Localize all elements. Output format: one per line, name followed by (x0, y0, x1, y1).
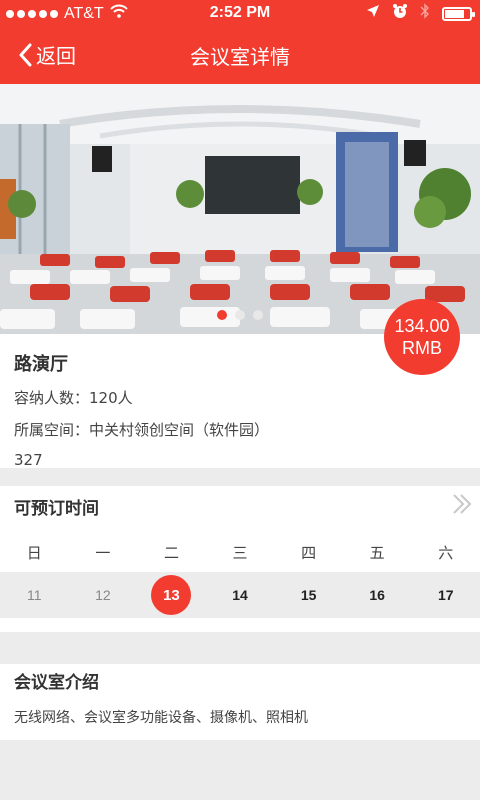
room-photo[interactable] (0, 84, 480, 334)
intro-text: 无线网络、会议室多功能设备、摄像机、照相机 (14, 710, 308, 726)
double-chevron-right-icon (453, 494, 472, 514)
room-space: 所属空间：中关村领创空间（软件园） (14, 421, 270, 439)
nav-bar: 返回 会议室详情 (0, 28, 480, 84)
price-value: 134.00 (394, 316, 450, 336)
day-number: 14 (232, 587, 248, 603)
intro-title: 会议室介绍 (14, 673, 99, 693)
calendar-day-selected[interactable]: 13 (137, 572, 206, 618)
weekday-label: 三 (232, 544, 248, 562)
page-title: 会议室详情 (190, 45, 290, 69)
booking-title: 可预订时间 (14, 499, 99, 519)
pager-dot[interactable] (253, 310, 263, 320)
day-number: 12 (95, 587, 111, 603)
calendar-day[interactable]: 11 (0, 572, 69, 618)
weekday-label: 二 (163, 544, 179, 562)
calendar-day[interactable]: 14 (206, 572, 275, 618)
booking-calendar: 可预订时间 日 一 二 三 四 五 六 11 12 13 14 15 16 17 (0, 486, 480, 632)
day-number: 13 (151, 575, 192, 615)
calendar-day[interactable]: 17 (411, 572, 480, 618)
weekday-label: 四 (301, 544, 317, 562)
calendar-day[interactable]: 16 (343, 572, 412, 618)
weekday-label: 六 (438, 544, 454, 562)
day-number: 17 (437, 587, 454, 603)
weekday-label: 日 (26, 544, 42, 562)
status-bar: AT&T 2:52 PM (0, 0, 480, 28)
calendar-day[interactable]: 12 (69, 572, 138, 618)
next-week-button[interactable] (450, 492, 474, 520)
conference-room-image (0, 84, 480, 334)
price-badge: 134.00 RMB (384, 299, 460, 375)
weekday-header: 日 一 二 三 四 五 六 (0, 538, 480, 568)
location-icon (366, 4, 380, 23)
room-capacity: 容纳人数：120人 (14, 389, 133, 407)
price-unit: RMB (402, 338, 442, 358)
pager-dot[interactable] (217, 310, 227, 320)
day-number: 16 (369, 587, 385, 603)
day-row: 11 12 13 14 15 16 17 (0, 572, 480, 618)
bluetooth-icon (420, 3, 430, 24)
alarm-icon (392, 3, 408, 24)
pager-dot[interactable] (235, 310, 245, 320)
day-number: 11 (27, 587, 42, 603)
weekday-label: 五 (369, 544, 385, 562)
calendar-day[interactable]: 15 (274, 572, 343, 618)
room-intro: 会议室介绍 无线网络、会议室多功能设备、摄像机、照相机 (0, 664, 480, 740)
weekday-label: 一 (95, 544, 111, 562)
battery-icon (442, 6, 475, 21)
room-number: 327 (14, 451, 43, 469)
day-number: 15 (300, 587, 317, 603)
